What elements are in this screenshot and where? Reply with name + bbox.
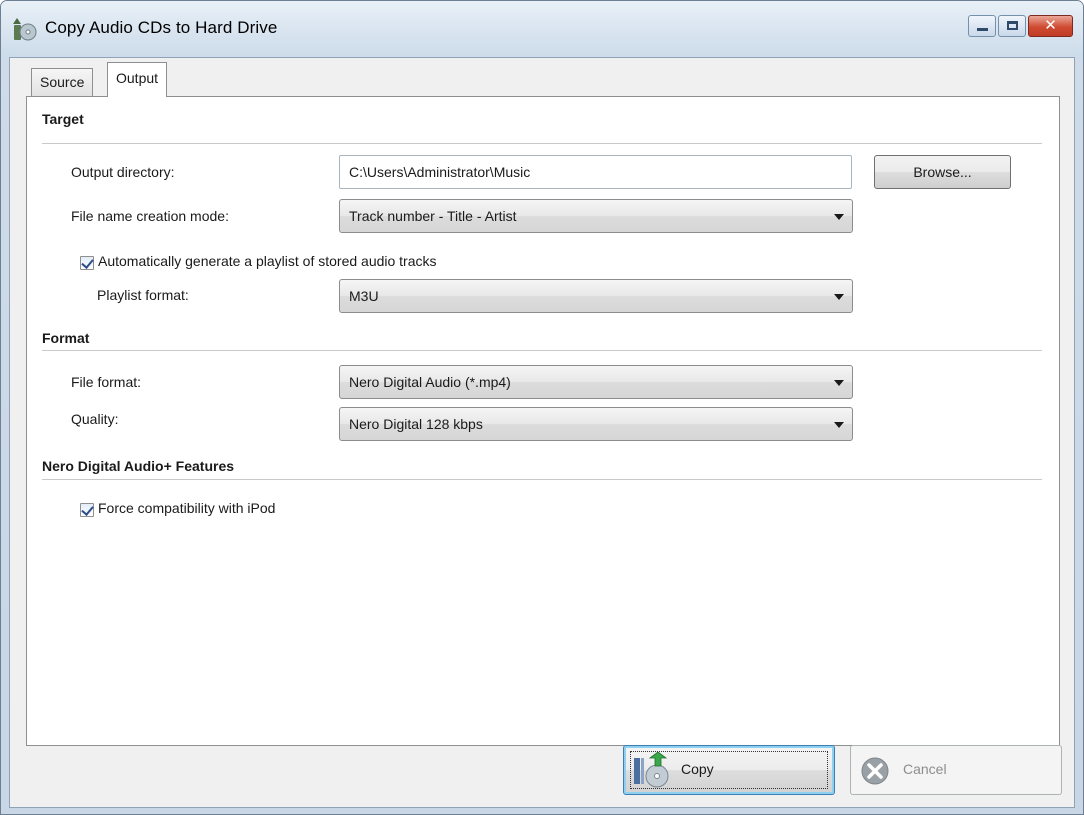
cancel-button-label: Cancel <box>903 761 947 777</box>
playlist-checkbox-label[interactable]: Automatically generate a playlist of sto… <box>98 253 437 269</box>
output-directory-label: Output directory: <box>71 164 175 180</box>
cancel-button[interactable]: Cancel <box>850 745 1062 795</box>
copy-button-label: Copy <box>681 761 714 777</box>
maximize-button[interactable] <box>998 15 1026 37</box>
tab-output[interactable]: Output <box>107 62 168 97</box>
tab-source[interactable]: Source <box>31 68 94 96</box>
title-bar[interactable]: Copy Audio CDs to Hard Drive ✕ <box>1 1 1083 57</box>
playlist-format-value: M3U <box>349 288 379 304</box>
file-name-mode-select[interactable]: Track number - Title - Artist <box>339 199 853 233</box>
section-divider <box>42 143 1042 144</box>
file-format-value: Nero Digital Audio (*.mp4) <box>349 374 511 390</box>
quality-value: Nero Digital 128 kbps <box>349 416 483 432</box>
section-title-format: Format <box>42 330 90 346</box>
file-format-select[interactable]: Nero Digital Audio (*.mp4) <box>339 365 853 399</box>
ipod-compat-label[interactable]: Force compatibility with iPod <box>98 500 275 516</box>
section-divider <box>42 479 1042 480</box>
file-name-mode-value: Track number - Title - Artist <box>349 208 517 224</box>
caption-buttons: ✕ <box>966 15 1073 39</box>
quality-select[interactable]: Nero Digital 128 kbps <box>339 407 853 441</box>
close-button[interactable]: ✕ <box>1028 15 1073 37</box>
section-title-nero-features: Nero Digital Audio+ Features <box>42 458 235 474</box>
minimize-icon <box>977 28 988 31</box>
output-directory-input[interactable]: C:\Users\Administrator\Music <box>339 155 852 189</box>
minimize-button[interactable] <box>968 15 996 37</box>
output-tab-panel: Target Output directory: C:\Users\Admini… <box>26 96 1060 746</box>
maximize-icon <box>1007 21 1018 30</box>
file-name-mode-label: File name creation mode: <box>71 208 229 224</box>
ipod-compat-checkbox[interactable] <box>80 503 94 517</box>
playlist-format-select[interactable]: M3U <box>339 279 853 313</box>
chevron-down-icon <box>834 422 844 428</box>
section-title-target: Target <box>42 111 84 127</box>
file-format-label: File format: <box>71 374 142 390</box>
chevron-down-icon <box>834 214 844 220</box>
chevron-down-icon <box>834 380 844 386</box>
cancel-icon <box>861 757 889 785</box>
close-icon: ✕ <box>1044 17 1057 34</box>
playlist-format-label: Playlist format: <box>97 287 189 303</box>
copy-to-drive-icon <box>634 752 669 788</box>
window-title: Copy Audio CDs to Hard Drive <box>45 18 278 37</box>
quality-label: Quality: <box>71 411 119 427</box>
dialog-client-area: Source Output Target Output directory: C… <box>9 57 1075 808</box>
section-divider <box>42 350 1042 351</box>
chevron-down-icon <box>834 294 844 300</box>
app-window: Copy Audio CDs to Hard Drive ✕ Source Ou… <box>0 0 1084 815</box>
copy-button[interactable]: Copy <box>623 745 835 795</box>
playlist-checkbox[interactable] <box>80 256 94 270</box>
audio-cd-app-icon <box>13 18 37 41</box>
browse-button[interactable]: Browse... <box>874 155 1011 189</box>
